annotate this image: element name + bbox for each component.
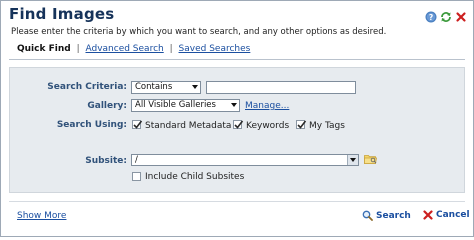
close-icon[interactable] — [455, 11, 467, 23]
my-tags-checkbox[interactable] — [296, 120, 307, 129]
search-criteria-label: Search Criteria: — [47, 82, 127, 92]
show-more-link[interactable]: Show More — [17, 211, 66, 221]
gallery-value: All Visible Galleries — [135, 100, 216, 110]
subsite-label: Subsite: — [85, 156, 127, 166]
keywords-label: Keywords — [246, 121, 290, 131]
refresh-icon[interactable] — [440, 11, 452, 23]
chevron-down-icon — [350, 158, 356, 162]
subsite-dropdown-button[interactable] — [347, 155, 358, 165]
svg-text:?: ? — [429, 13, 433, 22]
instructions-text: Please enter the criteria by which you w… — [11, 27, 387, 37]
criteria-operator-value: Contains — [135, 82, 173, 92]
tab-divider — [9, 59, 465, 60]
include-child-subsites-label: Include Child Subsites — [145, 172, 245, 182]
quick-find-panel: Search Criteria: Contains Gallery: All V… — [9, 67, 465, 193]
checkmark-icon — [234, 120, 244, 129]
checkmark-icon — [133, 120, 143, 129]
tab-separator: | — [76, 44, 80, 54]
subsite-select[interactable]: / — [131, 154, 359, 166]
find-images-dialog: Find Images ? Please enter the criteria … — [0, 0, 474, 237]
folder-browse-icon[interactable] — [364, 153, 377, 168]
search-criteria-input[interactable] — [206, 81, 356, 94]
chevron-down-icon — [231, 103, 237, 107]
checkmark-icon — [297, 120, 307, 129]
tab-saved-searches[interactable]: Saved Searches — [179, 44, 251, 54]
cancel-button-label: Cancel — [436, 210, 470, 220]
subsite-value: / — [135, 155, 138, 165]
cancel-button[interactable]: Cancel — [423, 210, 470, 220]
tab-advanced-search[interactable]: Advanced Search — [85, 44, 163, 54]
chevron-down-icon — [192, 85, 198, 89]
standard-metadata-label: Standard Metadata — [145, 121, 232, 131]
search-using-label: Search Using: — [56, 120, 127, 130]
my-tags-label: My Tags — [309, 121, 345, 131]
criteria-operator-select[interactable]: Contains — [131, 81, 201, 94]
tab-quick-find[interactable]: Quick Find — [17, 44, 71, 54]
gallery-label: Gallery: — [87, 101, 127, 111]
search-button[interactable]: Search — [362, 210, 411, 221]
keywords-checkbox[interactable] — [233, 120, 244, 129]
standard-metadata-checkbox[interactable] — [132, 120, 143, 129]
help-icon[interactable]: ? — [425, 11, 437, 23]
footer-divider — [9, 201, 465, 202]
search-tabs: Quick Find | Advanced Search | Saved Sea… — [17, 44, 250, 54]
include-child-subsites-checkbox[interactable] — [132, 172, 141, 181]
search-button-label: Search — [376, 210, 411, 221]
manage-galleries-link[interactable]: Manage... — [245, 101, 289, 111]
tab-separator: | — [169, 44, 173, 54]
magnifier-icon — [362, 210, 373, 221]
gallery-select[interactable]: All Visible Galleries — [131, 99, 240, 112]
cancel-x-icon — [423, 210, 433, 220]
dialog-title: Find Images — [9, 5, 115, 23]
header-icons: ? — [425, 11, 467, 23]
